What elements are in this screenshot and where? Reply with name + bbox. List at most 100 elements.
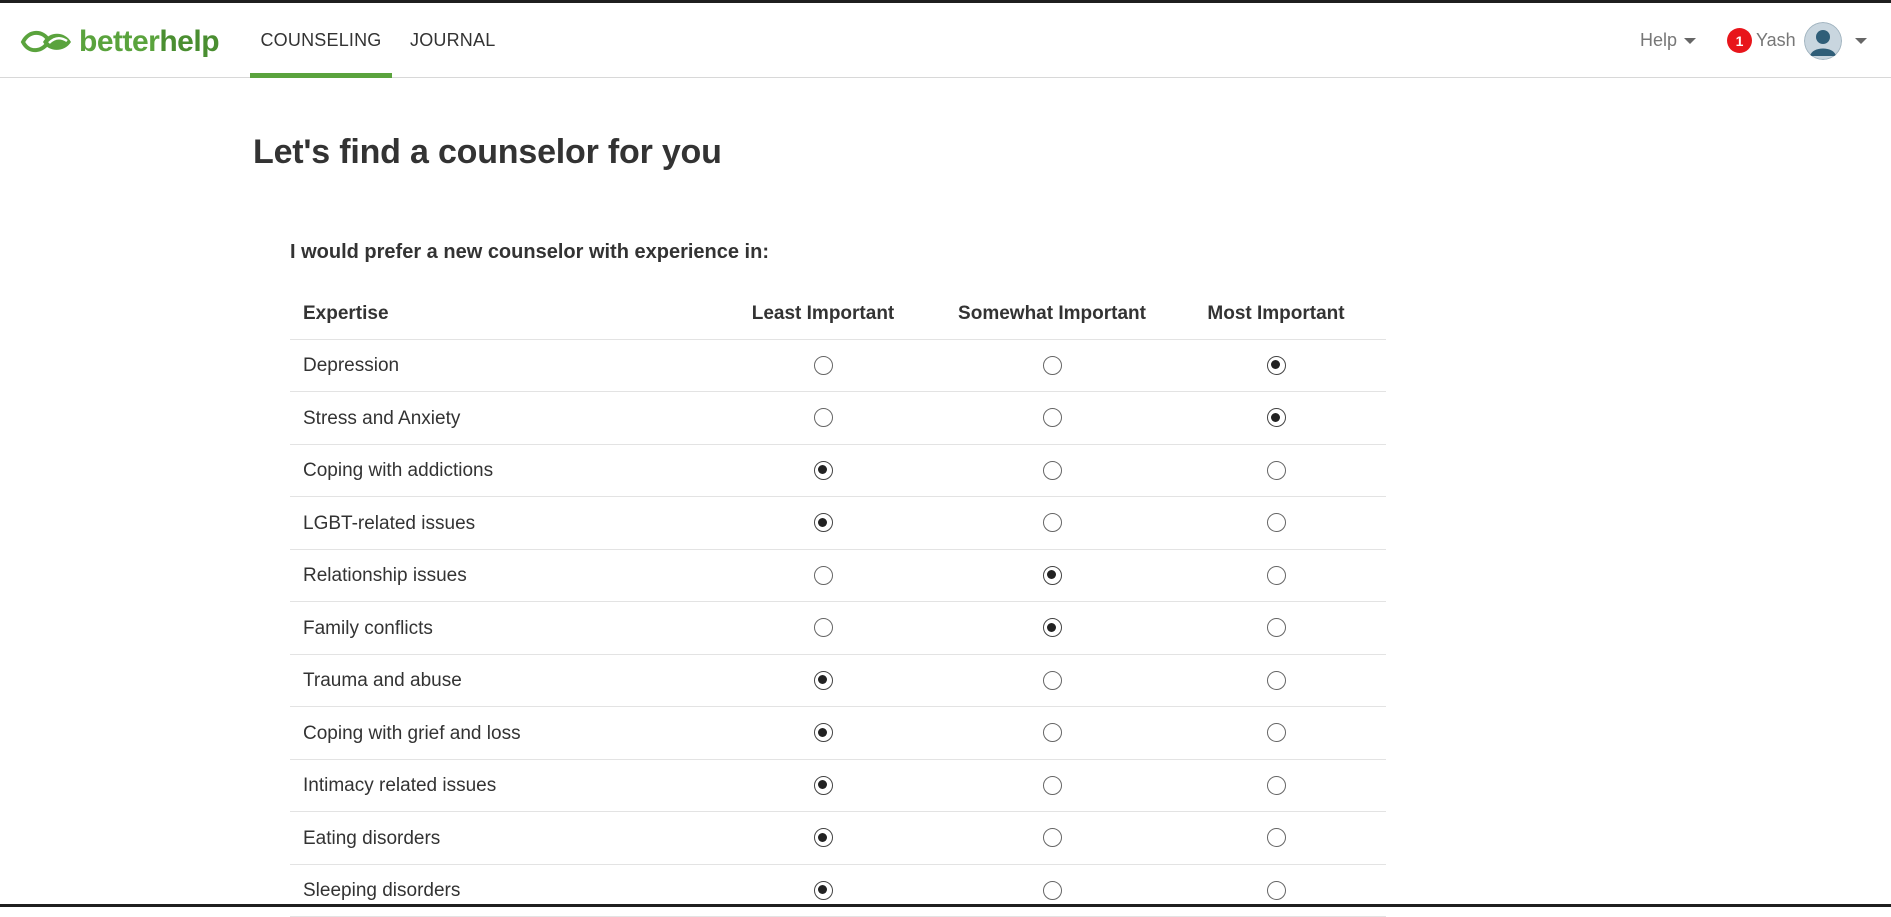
table-row: Coping with addictions	[290, 444, 1386, 497]
radio-somewhat-important[interactable]	[1042, 828, 1062, 848]
radio-least-important[interactable]	[813, 880, 833, 900]
avatar[interactable]	[1803, 21, 1842, 60]
radio-least-important[interactable]	[813, 355, 833, 375]
user-menu[interactable]: 1 Yash	[1727, 3, 1867, 78]
radio-most-important[interactable]	[1266, 565, 1286, 585]
radio-most-important[interactable]	[1266, 775, 1286, 795]
table-body: Depression Stress and Anxiety Coping with …	[290, 339, 1386, 917]
radio-cell	[938, 864, 1166, 917]
table-row: Intimacy related issues	[290, 759, 1386, 812]
radio-cell	[938, 496, 1166, 550]
radio-most-important[interactable]	[1266, 618, 1286, 638]
radio-cell	[1166, 601, 1386, 655]
chevron-down-icon[interactable]	[1854, 37, 1867, 44]
expertise-label: Coping with grief and loss	[290, 706, 708, 760]
table-row: Family conflicts	[290, 601, 1386, 655]
notification-badge[interactable]: 1	[1727, 28, 1752, 53]
radio-cell	[938, 444, 1166, 497]
logo-wordmark: betterhelp	[79, 25, 220, 59]
radio-cell	[708, 339, 938, 392]
radio-somewhat-important[interactable]	[1042, 880, 1062, 900]
radio-least-important[interactable]	[813, 828, 833, 848]
radio-cell	[708, 864, 938, 917]
radio-cell	[938, 811, 1166, 865]
radio-least-important[interactable]	[813, 408, 833, 428]
radio-most-important[interactable]	[1266, 880, 1286, 900]
radio-cell	[708, 391, 938, 445]
radio-least-important[interactable]	[813, 618, 833, 638]
radio-cell	[1166, 864, 1386, 917]
radio-cell	[938, 549, 1166, 602]
table-header-row: Expertise Least Important Somewhat Impor…	[290, 290, 1386, 340]
radio-most-important[interactable]	[1266, 513, 1286, 533]
logo-text-better: better	[79, 25, 160, 58]
preference-prompt: I would prefer a new counselor with expe…	[290, 241, 769, 263]
table-row: LGBT-related issues	[290, 496, 1386, 550]
radio-least-important[interactable]	[813, 775, 833, 795]
radio-cell	[708, 706, 938, 760]
header-expertise: Expertise	[290, 290, 708, 340]
user-silhouette-icon	[1803, 21, 1842, 60]
radio-most-important[interactable]	[1266, 723, 1286, 743]
radio-cell	[1166, 496, 1386, 550]
radio-somewhat-important[interactable]	[1042, 618, 1062, 638]
radio-cell	[708, 496, 938, 550]
radio-cell	[938, 759, 1166, 812]
tab-journal[interactable]: JOURNAL	[410, 3, 495, 78]
radio-somewhat-important[interactable]	[1042, 355, 1062, 375]
expertise-label: Family conflicts	[290, 601, 708, 655]
radio-least-important[interactable]	[813, 513, 833, 533]
table-row: Eating disorders	[290, 811, 1386, 865]
radio-somewhat-important[interactable]	[1042, 460, 1062, 480]
radio-most-important[interactable]	[1266, 355, 1286, 375]
radio-most-important[interactable]	[1266, 460, 1286, 480]
radio-cell	[708, 549, 938, 602]
leaf-logo-icon	[20, 30, 71, 53]
radio-cell	[708, 759, 938, 812]
radio-somewhat-important[interactable]	[1042, 723, 1062, 743]
radio-somewhat-important[interactable]	[1042, 670, 1062, 690]
table-row: Stress and Anxiety	[290, 391, 1386, 445]
radio-cell	[938, 339, 1166, 392]
expertise-label: Coping with addictions	[290, 444, 708, 497]
radio-least-important[interactable]	[813, 723, 833, 743]
betterhelp-logo[interactable]: betterhelp	[19, 25, 220, 59]
tab-journal-label: JOURNAL	[410, 30, 496, 50]
radio-least-important[interactable]	[813, 565, 833, 585]
radio-cell	[1166, 339, 1386, 392]
radio-least-important[interactable]	[813, 460, 833, 480]
radio-cell	[1166, 549, 1386, 602]
radio-cell	[938, 601, 1166, 655]
header-least-important: Least Important	[708, 290, 938, 340]
radio-most-important[interactable]	[1266, 670, 1286, 690]
top-navbar: betterhelp COUNSELING JOURNAL Help 1 Yas…	[0, 3, 1891, 78]
tab-counseling[interactable]: COUNSELING	[250, 3, 392, 78]
table-row: Depression	[290, 339, 1386, 392]
radio-cell	[708, 811, 938, 865]
radio-least-important[interactable]	[813, 670, 833, 690]
radio-cell	[1166, 811, 1386, 865]
radio-somewhat-important[interactable]	[1042, 513, 1062, 533]
radio-somewhat-important[interactable]	[1042, 565, 1062, 585]
header-most-important: Most Important	[1166, 290, 1386, 340]
radio-cell	[708, 654, 938, 707]
chevron-down-icon	[1684, 37, 1697, 44]
help-menu[interactable]: Help	[1640, 3, 1697, 78]
user-name: Yash	[1756, 30, 1796, 50]
radio-somewhat-important[interactable]	[1042, 775, 1062, 795]
radio-cell	[1166, 759, 1386, 812]
table-row: Relationship issues	[290, 549, 1386, 602]
help-label: Help	[1640, 30, 1678, 50]
expertise-label: Stress and Anxiety	[290, 391, 708, 445]
radio-somewhat-important[interactable]	[1042, 408, 1062, 428]
radio-cell	[708, 601, 938, 655]
table-row: Trauma and abuse	[290, 654, 1386, 707]
radio-cell	[1166, 391, 1386, 445]
expertise-label: Trauma and abuse	[290, 654, 708, 707]
expertise-label: Relationship issues	[290, 549, 708, 602]
radio-most-important[interactable]	[1266, 828, 1286, 848]
table-row: Coping with grief and loss	[290, 706, 1386, 760]
radio-cell	[1166, 654, 1386, 707]
page-title: Let's find a counselor for you	[253, 133, 722, 171]
radio-most-important[interactable]	[1266, 408, 1286, 428]
